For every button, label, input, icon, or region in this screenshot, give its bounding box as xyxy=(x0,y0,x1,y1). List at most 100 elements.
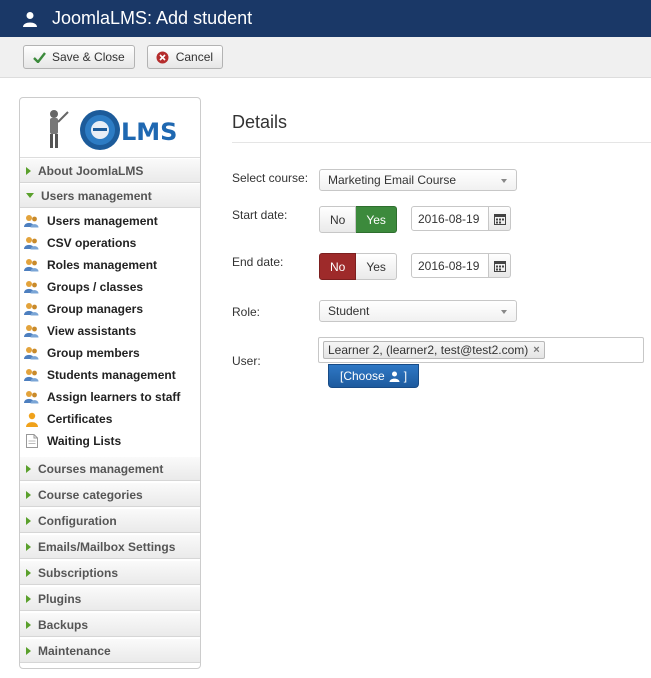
sidebar-item-group-managers[interactable]: Group managers xyxy=(20,298,200,320)
end-date-yes-button[interactable]: Yes xyxy=(356,253,397,280)
sidebar-item-view-assistants[interactable]: View assistants xyxy=(20,320,200,342)
accordion-course-categories[interactable]: Course categories xyxy=(20,482,200,507)
accordion-emails-mailbox-label: Emails/Mailbox Settings xyxy=(38,539,176,554)
cancel-icon xyxy=(156,50,170,64)
accordion-plugins[interactable]: Plugins xyxy=(20,586,200,611)
calendar-button[interactable] xyxy=(489,253,511,278)
sidebar-item-label: Roles management xyxy=(47,258,158,272)
accordion-plugins-label: Plugins xyxy=(38,591,82,606)
sidebar-item-roles-management[interactable]: Roles management xyxy=(20,254,200,276)
choose-user-button[interactable]: [Choose ] xyxy=(328,364,420,388)
main-content: Details xyxy=(232,97,651,143)
accordion-course-categories-label: Course categories xyxy=(38,487,143,502)
calendar-icon xyxy=(493,213,506,225)
sidebar-item-label: Assign learners to staff xyxy=(47,390,181,404)
sidebar-item-waiting-lists[interactable]: Waiting Lists xyxy=(20,430,200,452)
toolbar: Save & Close Cancel xyxy=(0,37,651,78)
end-date-input[interactable]: 2016-08-19 xyxy=(411,253,489,278)
sidebar-item-students-management[interactable]: Students management xyxy=(20,364,200,386)
accordion-maintenance[interactable]: Maintenance xyxy=(20,638,200,663)
sidebar-item-label: Certificates xyxy=(47,412,113,426)
chevron-right-icon xyxy=(26,166,31,175)
user-label: User: xyxy=(232,354,261,368)
calendar-icon xyxy=(493,260,506,272)
checkmark-icon xyxy=(32,50,46,64)
user-icon xyxy=(389,371,400,382)
chevron-right-icon xyxy=(26,542,31,551)
users-icon xyxy=(24,280,39,295)
cancel-button[interactable]: Cancel xyxy=(146,45,224,69)
accordion-courses-management[interactable]: Courses management xyxy=(20,456,200,481)
accordion-courses-management-label: Courses management xyxy=(38,461,164,476)
user-select-input[interactable]: Learner 2, (learner2, test@test2.com) × xyxy=(318,337,644,363)
selected-user-text: Learner 2, (learner2, test@test2.com) xyxy=(328,343,529,357)
start-date-label: Start date: xyxy=(232,208,288,222)
start-date-no-button[interactable]: No xyxy=(319,206,357,233)
save-close-label: Save & Close xyxy=(52,50,125,64)
end-date-toggle: No Yes xyxy=(319,253,397,280)
users-icon xyxy=(24,368,39,383)
users-icon xyxy=(24,236,39,251)
accordion-backups[interactable]: Backups xyxy=(20,612,200,637)
accordion-about[interactable]: About JoomlaLMS xyxy=(20,158,200,183)
sidebar-item-label: CSV operations xyxy=(47,236,137,250)
sidebar-item-certificates[interactable]: Certificates xyxy=(20,408,200,430)
users-icon xyxy=(24,214,39,229)
header-bar: JoomlaLMS: Add student xyxy=(0,0,651,37)
choose-suffix: ] xyxy=(403,369,408,383)
chevron-down-icon xyxy=(501,179,507,183)
sidebar-item-label: Group members xyxy=(47,346,140,360)
accordion-configuration[interactable]: Configuration xyxy=(20,508,200,533)
page-title: JoomlaLMS: Add student xyxy=(52,8,253,28)
start-date-input[interactable]: 2016-08-19 xyxy=(411,206,489,231)
users-icon xyxy=(24,302,39,317)
sidebar-item-group-members[interactable]: Group members xyxy=(20,342,200,364)
accordion-emails-mailbox[interactable]: Emails/Mailbox Settings xyxy=(20,534,200,559)
course-select[interactable]: Marketing Email Course xyxy=(319,169,517,191)
users-icon xyxy=(24,390,39,405)
chevron-right-icon xyxy=(26,620,31,629)
role-select[interactable]: Student xyxy=(319,300,517,322)
accordion-subscriptions-label: Subscriptions xyxy=(38,565,119,580)
cancel-label: Cancel xyxy=(175,50,214,64)
sidebar-item-assign-learners-to-staff[interactable]: Assign learners to staff xyxy=(20,386,200,408)
end-date-no-button[interactable]: No xyxy=(319,253,357,280)
users-icon xyxy=(24,324,39,339)
end-date-picker: 2016-08-19 xyxy=(411,253,511,278)
course-select-value: Marketing Email Course xyxy=(328,173,457,187)
sidebar-item-label: Students management xyxy=(47,368,176,382)
sidebar: LMS About JoomlaLMS Users management Use… xyxy=(19,97,201,669)
chevron-down-icon xyxy=(501,310,507,314)
svg-text:LMS: LMS xyxy=(121,118,177,146)
sidebar-item-users-management[interactable]: Users management xyxy=(20,210,200,232)
accordion-users-management[interactable]: Users management xyxy=(20,183,200,208)
chevron-right-icon xyxy=(26,594,31,603)
user-icon xyxy=(22,11,38,27)
course-label: Select course: xyxy=(232,171,309,185)
role-select-value: Student xyxy=(328,304,370,318)
remove-user-icon[interactable]: × xyxy=(533,344,539,356)
sidebar-item-groups-classes[interactable]: Groups / classes xyxy=(20,276,200,298)
sidebar-item-label: Group managers xyxy=(47,302,144,316)
certificate-icon xyxy=(24,412,39,427)
save-close-button[interactable]: Save & Close xyxy=(23,45,135,69)
sidebar-item-csv-operations[interactable]: CSV operations xyxy=(20,232,200,254)
accordion-subscriptions[interactable]: Subscriptions xyxy=(20,560,200,585)
role-label: Role: xyxy=(232,305,261,319)
accordion-maintenance-label: Maintenance xyxy=(38,643,111,658)
chevron-down-icon xyxy=(26,193,34,198)
start-date-yes-button[interactable]: Yes xyxy=(356,206,397,233)
users-icon xyxy=(24,346,39,361)
accordion-users-management-label: Users management xyxy=(41,188,152,203)
choose-label: [Choose xyxy=(340,369,385,383)
calendar-button[interactable] xyxy=(489,206,511,231)
chevron-right-icon xyxy=(26,568,31,577)
users-submenu: Users management CSV operations Roles mana… xyxy=(20,208,200,456)
sidebar-item-label: Groups / classes xyxy=(47,280,144,294)
chevron-right-icon xyxy=(26,516,31,525)
chevron-right-icon xyxy=(26,646,31,655)
selected-user-chip: Learner 2, (learner2, test@test2.com) × xyxy=(323,341,545,359)
users-icon xyxy=(24,258,39,273)
chevron-right-icon xyxy=(26,490,31,499)
accordion-configuration-label: Configuration xyxy=(38,513,117,528)
